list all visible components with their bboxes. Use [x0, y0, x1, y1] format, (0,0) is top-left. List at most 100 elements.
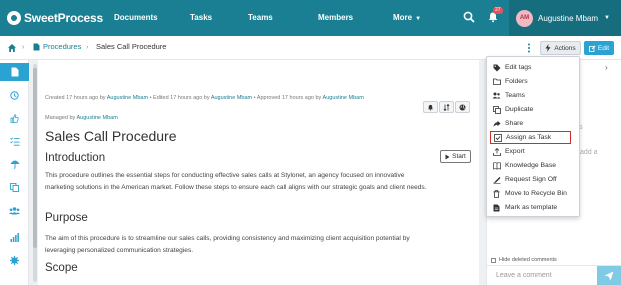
menu-item-folders[interactable]: Folders — [492, 75, 578, 88]
breadcrumb-procedures-label: Procedures — [43, 42, 82, 51]
rail-settings[interactable] — [0, 251, 29, 269]
menu-item-mark-as-template[interactable]: Mark as template — [492, 201, 578, 214]
edit-icon — [588, 44, 596, 52]
menu-item-move-to-recycle-bin[interactable]: Move to Recycle Bin — [492, 187, 578, 200]
rail-history[interactable] — [0, 86, 29, 104]
play-icon — [445, 154, 450, 159]
rail-copies[interactable] — [0, 178, 29, 196]
menu-item-label: Assign as Task — [506, 134, 552, 141]
edited-prefix: • Edited 17 hours ago by — [148, 95, 211, 101]
managed-by: Managed by Augustine Mbam — [45, 115, 118, 121]
document-tool-buttons — [423, 101, 470, 113]
globe-button[interactable] — [455, 101, 470, 113]
comment-input[interactable]: Leave a comment — [496, 272, 552, 279]
actions-button-label: Actions — [554, 44, 576, 52]
nav-tasks[interactable]: Tasks — [176, 0, 234, 36]
logo-text: SweetProcess — [24, 11, 103, 25]
thumbs-up-icon — [10, 113, 19, 123]
rail-checklist[interactable] — [0, 132, 29, 150]
menu-item-label: Move to Recycle Bin — [505, 190, 567, 197]
sort-button[interactable] — [439, 101, 454, 113]
bolt-icon — [545, 44, 551, 52]
menu-item-label: Mark as template — [505, 204, 558, 211]
created-by-link[interactable]: Augustine Mbam — [107, 95, 148, 101]
created-prefix: Created 17 hours ago by — [45, 95, 107, 101]
menu-item-export[interactable]: Export — [492, 145, 578, 158]
hide-deleted-checkbox[interactable] — [491, 257, 496, 263]
actions-dropdown-menu: Edit tags Folders Teams Duplicate Share … — [486, 56, 580, 217]
settings-icon — [10, 255, 19, 265]
left-icon-rail — [0, 60, 29, 285]
nav-members[interactable]: Members — [304, 0, 379, 36]
users-icon — [492, 91, 501, 100]
book-icon — [492, 161, 501, 170]
menu-item-label: Export — [505, 148, 525, 155]
document-icon — [11, 67, 18, 77]
edit-button[interactable]: Edit — [584, 41, 614, 55]
bell-icon — [428, 104, 433, 111]
section-body-introduction: This procedure outlines the essential st… — [45, 172, 427, 191]
tag-icon — [492, 63, 501, 72]
menu-item-share[interactable]: Share — [492, 117, 578, 130]
hide-deleted-comments[interactable]: Hide deleted comments — [491, 257, 557, 263]
rail-reports[interactable] — [0, 228, 29, 246]
nav-more-label: More — [393, 13, 413, 22]
breadcrumb-separator-icon: › — [86, 42, 89, 51]
menu-item-teams[interactable]: Teams — [492, 89, 578, 102]
menu-item-label: Request Sign Off — [505, 176, 557, 183]
send-icon — [604, 271, 614, 280]
folder-icon — [492, 77, 501, 86]
nav-documents[interactable]: Documents — [100, 0, 176, 36]
globe-icon — [459, 104, 466, 110]
chevron-down-icon: ▼ — [415, 16, 422, 22]
menu-item-label: Knowledge Base — [505, 162, 557, 169]
section-heading-introduction: Introduction — [45, 152, 106, 164]
share-icon — [492, 119, 501, 128]
search-icon[interactable] — [463, 11, 475, 23]
approved-prefix: • Approved 17 hours ago by — [252, 95, 323, 101]
rail-policies[interactable] — [0, 155, 29, 173]
section-body-purpose: The aim of this procedure is to streamli… — [45, 235, 410, 254]
menu-item-label: Duplicate — [505, 106, 534, 113]
rail-approvals[interactable] — [0, 109, 29, 127]
menu-item-assign-as-task[interactable]: Assign as Task — [490, 131, 571, 144]
managed-prefix: Managed by — [45, 115, 77, 121]
kebab-menu-icon[interactable] — [527, 43, 531, 53]
check-square-icon — [493, 133, 502, 142]
copy-icon — [10, 182, 19, 192]
approved-by-link[interactable]: Augustine Mbam — [323, 95, 364, 101]
avatar: AM — [516, 9, 533, 27]
document-meta: Created 17 hours ago by Augustine Mbam •… — [45, 94, 385, 102]
send-comment-button[interactable] — [597, 266, 621, 285]
home-icon[interactable] — [7, 43, 17, 53]
menu-item-edit-tags[interactable]: Edit tags — [492, 61, 578, 74]
rail-documents[interactable] — [0, 63, 29, 81]
user-menu[interactable]: AM Augustine Mbam ▼ — [509, 0, 621, 36]
notify-button[interactable] — [423, 101, 438, 113]
logo-mark-icon — [7, 11, 21, 25]
nav-more[interactable]: More ▼ — [379, 0, 439, 36]
breadcrumb-current: Sales Call Procedure — [96, 42, 167, 51]
breadcrumb-procedures[interactable]: Procedures — [33, 42, 81, 51]
trash-icon — [492, 189, 501, 198]
rail-teams[interactable] — [0, 201, 29, 219]
breadcrumb-separator-icon: › — [22, 42, 25, 51]
menu-item-request-sign-off[interactable]: Request Sign Off — [492, 173, 578, 186]
team-icon — [9, 206, 20, 214]
managed-by-link[interactable]: Augustine Mbam — [77, 115, 118, 121]
edited-by-link[interactable]: Augustine Mbam — [211, 95, 252, 101]
menu-item-duplicate[interactable]: Duplicate — [492, 103, 578, 116]
scrollbar-thumb[interactable] — [33, 68, 37, 248]
nav-teams[interactable]: Teams — [234, 0, 304, 36]
hide-deleted-label: Hide deleted comments — [499, 257, 557, 263]
top-navbar: SweetProcess Documents Tasks Teams Membe… — [0, 0, 621, 36]
menu-item-label: Share — [505, 120, 524, 127]
sort-icon — [443, 103, 450, 111]
actions-button[interactable]: Actions — [540, 41, 581, 55]
start-button[interactable]: Start — [440, 150, 471, 163]
menu-item-knowledge-base[interactable]: Knowledge Base — [492, 159, 578, 172]
logo[interactable]: SweetProcess — [7, 11, 103, 25]
menu-item-label: Teams — [505, 92, 526, 99]
chevron-right-icon[interactable]: › — [605, 63, 608, 72]
copy-icon — [492, 105, 501, 114]
